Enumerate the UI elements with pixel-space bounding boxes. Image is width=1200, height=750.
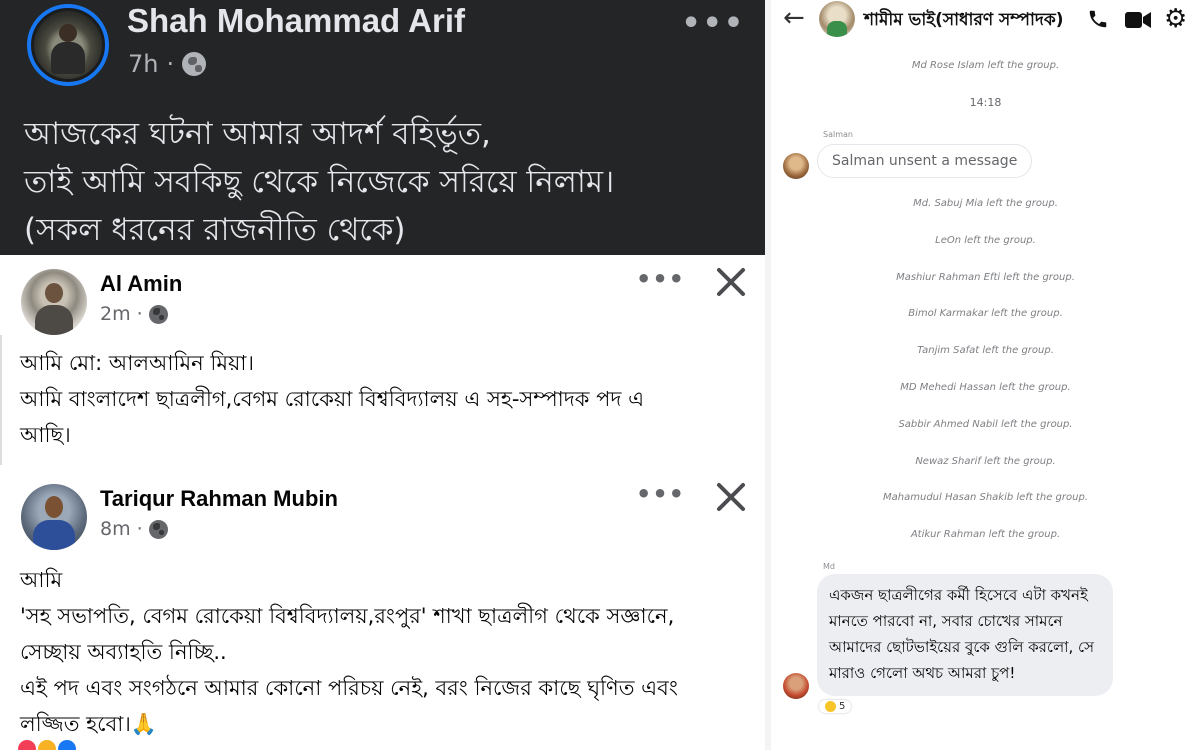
post-time[interactable]: 2m — [100, 303, 131, 325]
meta-separator: · — [136, 518, 143, 540]
reaction-icons[interactable] — [18, 740, 76, 750]
post-text-line: আছি। — [20, 423, 71, 447]
system-message: Newaz Sharif left the group. — [915, 456, 1056, 467]
meta-separator: · — [166, 50, 175, 78]
post-meta: 7h · — [128, 50, 207, 78]
message-bubble[interactable]: একজন ছাত্রলীগের কর্মী হিসেবে এটা কখনই মা… — [817, 574, 1113, 696]
meta-separator: · — [136, 303, 143, 325]
system-message: Md Rose Islam left the group. — [911, 60, 1060, 71]
system-message: LeOn left the group. — [935, 235, 1036, 246]
sender-name: Md — [823, 562, 835, 571]
post-text-line: লজ্জিত হবো।🙏 — [20, 712, 158, 736]
post-meta: 2m · — [100, 303, 168, 325]
messenger-panel: ← শামীম ভাই(সাধারণ সম্পাদক) ⚙ Md Rose Is… — [765, 0, 1200, 750]
video-icon[interactable] — [1125, 10, 1151, 30]
system-message: Tanjim Safat left the group. — [917, 345, 1054, 356]
crying-emoji-icon — [825, 701, 836, 712]
more-options-icon[interactable]: ••• — [636, 265, 685, 293]
chat-header: ← শামীম ভাই(সাধারণ সম্পাদক) ⚙ — [771, 0, 1200, 38]
more-options-icon[interactable]: ••• — [681, 6, 745, 41]
message-reaction[interactable]: 5 — [819, 700, 852, 713]
post-card-al-amin: Al Amin 2m · ••• আমি মো: আলআমিন মিয়া। আ… — [0, 255, 765, 470]
gear-icon[interactable]: ⚙ — [1164, 6, 1187, 32]
chat-title[interactable]: শামীম ভাই(সাধারণ সম্পাদক) — [864, 7, 1063, 35]
post-text-line: আজকের ঘটনা আমার আদর্শ বহির্ভূত, — [24, 116, 491, 152]
unsent-message-bubble[interactable]: Salman unsent a message — [817, 144, 1033, 178]
phone-icon[interactable] — [1087, 8, 1109, 30]
haha-reaction-icon — [38, 740, 56, 750]
post-time[interactable]: 8m — [100, 518, 131, 540]
post-text: আজকের ঘটনা আমার আদর্শ বহির্ভূত, তাই আমি … — [24, 110, 754, 254]
post-text-line: সেচ্ছায় অব্যাহতি নিচ্ছি.. — [20, 640, 227, 664]
chat-avatar[interactable] — [819, 1, 855, 37]
post-text-line: এই পদ এবং সংগঠনে আমার কোনো পরিচয় নেই, ব… — [20, 676, 678, 700]
close-icon[interactable] — [714, 480, 748, 514]
system-message: Mashiur Rahman Efti left the group. — [896, 272, 1075, 283]
post-text-line: আমি মো: আলআমিন মিয়া। — [20, 351, 255, 375]
author-name[interactable]: Shah Mohammad Arif — [127, 2, 465, 40]
back-arrow-icon[interactable]: ← — [783, 5, 805, 31]
system-message: MD Mehedi Hassan left the group. — [900, 382, 1071, 393]
system-message: Mahamudul Hasan Shakib left the group. — [883, 492, 1088, 503]
post-text: আমি 'সহ সভাপতি, বেগম রোকেয়া বিশ্ববিদ্যা… — [20, 562, 750, 742]
divider — [0, 335, 2, 465]
post-text-line: (সকল ধরনের রাজনীতি থেকে) — [24, 212, 406, 248]
sender-name: Salman — [823, 130, 853, 139]
avatar[interactable] — [783, 153, 809, 179]
avatar[interactable] — [21, 269, 87, 335]
system-message: Atikur Rahman left the group. — [910, 529, 1061, 540]
post-text-line: আমি বাংলাদেশ ছাত্রলীগ,বেগম রোকেয়া বিশ্ব… — [20, 387, 645, 411]
post-card-tariqur: Tariqur Rahman Mubin 8m · ••• আমি 'সহ সভ… — [0, 470, 765, 750]
avatar[interactable] — [27, 4, 109, 86]
system-message: Md. Sabuj Mia left the group. — [913, 198, 1058, 209]
globe-icon — [182, 52, 207, 76]
author-name[interactable]: Al Amin — [100, 271, 182, 297]
more-options-icon[interactable]: ••• — [636, 480, 685, 508]
timestamp: 14:18 — [969, 96, 1002, 109]
avatar[interactable] — [21, 484, 87, 550]
post-text-line: আমি — [20, 568, 63, 592]
globe-icon — [148, 304, 168, 324]
post-text-line: 'সহ সভাপতি, বেগম রোকেয়া বিশ্ববিদ্যালয়,… — [20, 604, 675, 628]
post-time[interactable]: 7h — [128, 50, 158, 78]
love-reaction-icon — [18, 740, 36, 750]
like-reaction-icon — [58, 740, 76, 750]
post-text: আমি মো: আলআমিন মিয়া। আমি বাংলাদেশ ছাত্র… — [20, 345, 750, 453]
avatar[interactable] — [783, 673, 809, 699]
author-name[interactable]: Tariqur Rahman Mubin — [100, 486, 338, 512]
post-meta: 8m · — [100, 518, 168, 540]
system-message: Bimol Karmakar left the group. — [908, 308, 1063, 319]
post-text-line: তাই আমি সবকিছু থেকে নিজেকে সরিয়ে নিলাম। — [24, 164, 615, 200]
globe-icon — [148, 519, 168, 539]
close-icon[interactable] — [714, 265, 748, 299]
dark-post-card: Shah Mohammad Arif 7h · ••• আজকের ঘটনা আ… — [0, 0, 765, 255]
system-message: Sabbir Ahmed Nabil left the group. — [898, 419, 1073, 430]
reaction-count: 5 — [839, 701, 846, 712]
